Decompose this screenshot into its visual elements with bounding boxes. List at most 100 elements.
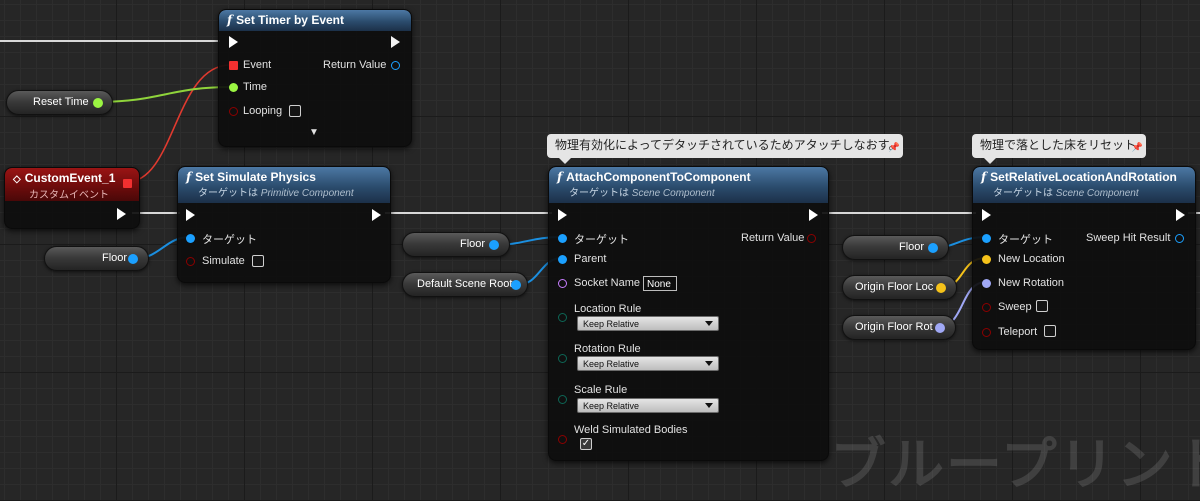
location-rule-dropdown[interactable]: Keep Relative <box>577 316 719 331</box>
delegate-wire <box>126 64 231 183</box>
sweep-checkbox[interactable] <box>1036 300 1048 312</box>
floor-variable-node[interactable]: Floor <box>842 235 949 260</box>
event-pin-label: Event <box>243 59 272 71</box>
attach-component-node[interactable]: f AttachComponentToComponent ターゲットは Scene… <box>548 166 829 461</box>
event-title: CustomEvent_1 <box>24 171 116 185</box>
variable-label: Default Scene Root <box>417 278 513 290</box>
target-pin-label: ターゲット <box>574 234 629 246</box>
weld-checkbox[interactable]: ✓ <box>580 438 592 450</box>
sweep-label: Sweep <box>998 301 1032 313</box>
target-object-pin[interactable] <box>558 234 567 243</box>
origin-floor-rot-variable-node[interactable]: Origin Floor Rot <box>842 315 956 340</box>
event-delegate-pin[interactable] <box>229 61 238 70</box>
time-pin-label: Time <box>243 81 268 93</box>
looping-checkbox[interactable] <box>289 105 301 117</box>
target-pin-label: ターゲット <box>998 234 1053 246</box>
scale-rule-pin[interactable] <box>558 395 567 404</box>
float-out-pin[interactable] <box>93 98 103 108</box>
pin-comment-icon[interactable]: 📌 <box>1132 136 1143 158</box>
output-delegate-pin[interactable] <box>123 179 132 188</box>
exec-in-pin[interactable] <box>558 209 567 221</box>
float-wire-reset-time <box>95 86 232 103</box>
custom-event-node[interactable]: ◇ CustomEvent_1 カスタムイベント <box>4 167 140 229</box>
object-out-pin[interactable] <box>511 280 521 290</box>
simulate-pin-label: Simulate <box>202 255 245 267</box>
return-value-label: Return Value <box>741 232 805 244</box>
rotation-rule-pin[interactable] <box>558 354 567 363</box>
set-timer-by-event-node[interactable]: f Set Timer by Event Event Time Looping R… <box>218 9 412 147</box>
sweep-hit-result-pin[interactable] <box>1175 234 1184 243</box>
rotator-out-pin[interactable] <box>935 323 945 333</box>
set-simulate-physics-node[interactable]: f Set Simulate Physics ターゲットは Primitive C… <box>177 166 391 283</box>
vector-out-pin[interactable] <box>936 283 946 293</box>
time-float-pin[interactable] <box>229 83 238 92</box>
location-rule-pin[interactable] <box>558 313 567 322</box>
variable-label: Floor <box>460 238 486 250</box>
weld-bool-pin[interactable] <box>558 435 567 444</box>
function-icon: f <box>227 13 233 27</box>
variable-label: Floor <box>102 252 128 264</box>
object-out-pin[interactable] <box>928 243 938 253</box>
chevron-down-icon <box>705 361 713 366</box>
set-relative-location-rotation-node[interactable]: f SetRelativeLocationAndRotation ターゲットは S… <box>972 166 1196 350</box>
event-subtitle: カスタムイベント <box>29 190 109 201</box>
variable-label: Reset Time <box>33 96 89 108</box>
exec-in-pin[interactable] <box>229 36 238 48</box>
new-location-label: New Location <box>998 253 1065 265</box>
exec-out-pin[interactable] <box>117 208 126 220</box>
expand-arrow-icon[interactable]: ▼ <box>309 127 319 138</box>
default-scene-root-variable-node[interactable]: Default Scene Root <box>402 272 528 297</box>
floor-variable-node[interactable]: Floor <box>44 246 149 271</box>
comment-text: 物理有効化によってデタッチされているためアタッチしなおす。 <box>555 138 901 152</box>
scale-rule-dropdown[interactable]: Keep Relative <box>577 398 719 413</box>
exec-out-pin[interactable] <box>1176 209 1185 221</box>
socket-name-label: Socket Name <box>574 277 641 289</box>
function-icon: f <box>186 170 192 184</box>
new-rotation-rotator-pin[interactable] <box>982 279 991 288</box>
variable-label: Origin Floor Loc <box>855 281 934 293</box>
target-pin-label: ターゲット <box>202 234 257 246</box>
variable-label: Floor <box>899 241 925 253</box>
simulate-bool-pin[interactable] <box>186 257 195 266</box>
node-title: SetRelativeLocationAndRotation <box>990 170 1177 184</box>
teleport-label: Teleport <box>998 326 1038 338</box>
attach-comment-bubble[interactable]: 物理有効化によってデタッチされているためアタッチしなおす。 📌 <box>547 134 903 164</box>
object-out-pin[interactable] <box>489 240 499 250</box>
scale-rule-label: Scale Rule <box>574 384 628 396</box>
variable-label: Origin Floor Rot <box>855 321 933 333</box>
node-target-subtitle: ターゲットは Scene Component <box>569 188 715 199</box>
floor-variable-node[interactable]: Floor <box>402 232 510 257</box>
teleport-bool-pin[interactable] <box>982 328 991 337</box>
exec-out-pin[interactable] <box>809 209 818 221</box>
return-value-pin[interactable] <box>391 61 400 70</box>
node-header: f SetRelativeLocationAndRotation ターゲットは S… <box>973 167 1195 203</box>
sweep-hit-result-label: Sweep Hit Result <box>1086 232 1171 244</box>
origin-floor-loc-variable-node[interactable]: Origin Floor Loc <box>842 275 957 300</box>
sweep-bool-pin[interactable] <box>982 303 991 312</box>
pin-comment-icon[interactable]: 📌 <box>889 136 900 158</box>
node-title: Set Timer by Event <box>236 13 344 27</box>
object-out-pin[interactable] <box>128 254 138 264</box>
rotation-rule-label: Rotation Rule <box>574 343 641 355</box>
event-header: ◇ CustomEvent_1 カスタムイベント <box>5 168 139 201</box>
node-header: f Set Timer by Event <box>219 10 411 31</box>
exec-in-pin[interactable] <box>186 209 195 221</box>
socket-name-input[interactable]: None <box>643 276 677 291</box>
parent-object-pin[interactable] <box>558 255 567 264</box>
rotation-rule-dropdown[interactable]: Keep Relative <box>577 356 719 371</box>
exec-out-pin[interactable] <box>372 209 381 221</box>
node-header: f Set Simulate Physics ターゲットは Primitive C… <box>178 167 390 203</box>
exec-in-pin[interactable] <box>982 209 991 221</box>
weld-label: Weld Simulated Bodies <box>574 424 688 436</box>
simulate-checkbox[interactable] <box>252 255 264 267</box>
new-location-vector-pin[interactable] <box>982 255 991 264</box>
reset-time-variable-node[interactable]: Reset Time <box>6 90 113 115</box>
target-object-pin[interactable] <box>982 234 991 243</box>
teleport-checkbox[interactable] <box>1044 325 1056 337</box>
socket-name-pin[interactable] <box>558 279 567 288</box>
return-value-bool-pin[interactable] <box>807 234 816 243</box>
set-relative-comment-bubble[interactable]: 物理で落とした床をリセット 📌 <box>972 134 1146 164</box>
target-object-pin[interactable] <box>186 234 195 243</box>
exec-out-pin[interactable] <box>391 36 400 48</box>
looping-bool-pin[interactable] <box>229 107 238 116</box>
